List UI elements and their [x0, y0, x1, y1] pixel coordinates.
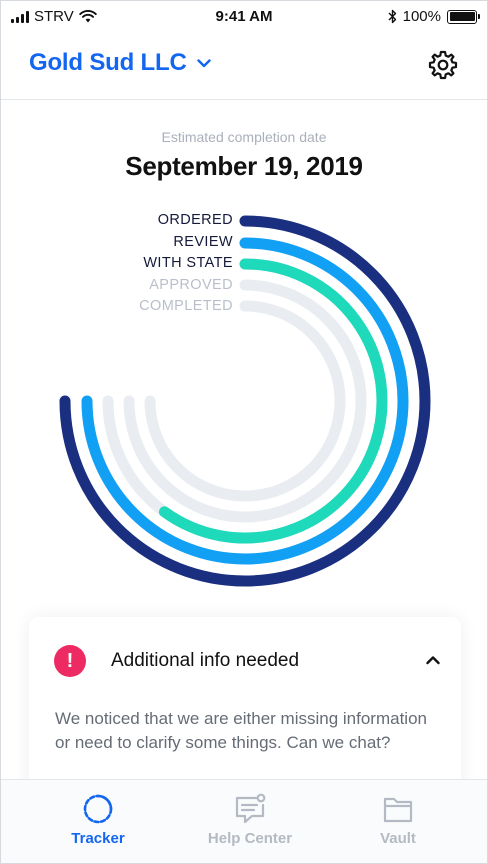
progress-rings [59, 215, 431, 587]
ring-track-completed [144, 300, 346, 502]
tab-vault-label: Vault [380, 830, 416, 847]
company-switcher[interactable]: Gold Sud LLC [29, 49, 211, 77]
company-name: Gold Sud LLC [29, 49, 187, 76]
header: Gold Sud LLC [1, 33, 487, 100]
alert-body: We noticed that we are either missing in… [55, 709, 427, 752]
tab-help-center-label: Help Center [207, 830, 293, 847]
alert-title: Additional info needed [111, 650, 300, 671]
app-screen: STRV 9:41 AM 100% Gold Sud LLC Estimated… [0, 0, 488, 864]
tab-tracker-label: Tracker [71, 830, 125, 847]
battery-level [449, 12, 475, 21]
status-right: 100% [388, 8, 480, 25]
folder-icon [383, 797, 413, 823]
stage-label-ordered: ORDERED [157, 212, 233, 228]
tab-bar: Tracker Help Center Vault [1, 779, 487, 863]
tracker-icon [83, 794, 113, 824]
tab-help-center[interactable]: Help Center [180, 780, 320, 863]
stage-label-approved: APPROVED [149, 276, 233, 293]
ring-progress-ordered [59, 215, 431, 587]
stage-label-review: REVIEW [173, 233, 233, 250]
gear-icon[interactable] [425, 47, 461, 83]
chevron-up-icon[interactable] [425, 653, 441, 667]
stage-label-completed: COMPLETED [139, 298, 233, 314]
battery-icon [447, 9, 480, 24]
bluetooth-icon [388, 9, 396, 24]
chevron-down-icon [196, 58, 211, 67]
stage-label-with-state: WITH STATE [143, 255, 233, 271]
stage-labels: ORDERED REVIEW WITH STATE APPROVED COMPL… [139, 210, 233, 318]
battery-percent: 100% [402, 8, 441, 25]
tab-tracker[interactable]: Tracker [28, 780, 168, 863]
estimate-label: Estimated completion date [161, 129, 327, 145]
estimate-date: September 19, 2019 [125, 151, 363, 181]
tab-vault[interactable]: Vault [328, 780, 468, 863]
exclamation-icon: ! [54, 645, 86, 677]
chat-icon [235, 793, 266, 824]
ring-track-approved [123, 279, 367, 523]
status-bar: STRV 9:41 AM 100% [1, 1, 487, 33]
